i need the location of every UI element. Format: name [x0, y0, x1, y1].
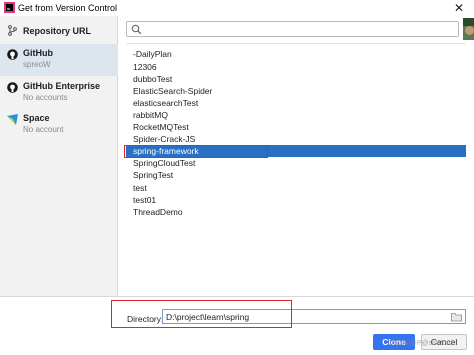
- repository-item[interactable]: dubboTest: [126, 73, 466, 85]
- sidebar-item-label: Repository URL: [23, 26, 92, 36]
- repository-item[interactable]: SpringCloudTest: [126, 157, 466, 169]
- search-input[interactable]: [145, 23, 445, 35]
- sidebar-item-account: spreoW: [23, 60, 51, 69]
- repository-item[interactable]: RocketMQTest: [126, 121, 466, 133]
- repository-search[interactable]: [126, 21, 459, 37]
- repository-item[interactable]: ThreadDemo: [126, 206, 466, 218]
- window-title: Get from Version Control: [18, 3, 118, 13]
- folder-icon[interactable]: [451, 312, 462, 322]
- sidebar-item-account: No accounts: [23, 93, 68, 102]
- repository-item[interactable]: rabbitMQ: [126, 109, 466, 121]
- space-icon: [7, 114, 18, 125]
- repository-item[interactable]: ElasticSearch-Spider: [126, 85, 466, 97]
- sidebar-item-label: Space: [23, 113, 50, 123]
- repository-list: -DailyPlan 12306 dubboTest ElasticSearch…: [126, 43, 466, 303]
- repository-item[interactable]: elasticsearchTest: [126, 97, 466, 109]
- sidebar-item-github[interactable]: GitHub spreoW: [0, 44, 118, 76]
- sidebar-item-repository-url[interactable]: Repository URL: [0, 20, 118, 44]
- sidebar-item-label: GitHub Enterprise: [23, 81, 101, 91]
- close-icon[interactable]: ✕: [446, 0, 472, 16]
- sidebar-item-github-enterprise[interactable]: GitHub Enterprise No accounts: [0, 78, 118, 106]
- search-icon: [131, 24, 142, 35]
- account-avatar[interactable]: [463, 18, 474, 40]
- vcs-branch-icon: [8, 25, 17, 36]
- selection-highlight-annotation: [124, 145, 268, 158]
- repository-item[interactable]: SpringTest: [126, 169, 466, 181]
- intellij-app-icon: [4, 2, 15, 13]
- watermark-text: CSDN @P@ssW0rd: [388, 340, 453, 347]
- repository-item[interactable]: -DailyPlan: [126, 48, 466, 60]
- github-icon: [7, 49, 18, 60]
- github-enterprise-icon: [7, 82, 18, 93]
- repository-item[interactable]: 12306: [126, 61, 466, 73]
- repository-item[interactable]: Spider-Crack-JS: [126, 133, 466, 145]
- title-bar: Get from Version Control ✕: [0, 0, 474, 16]
- repository-item[interactable]: test: [126, 182, 466, 194]
- repository-item[interactable]: test01: [126, 194, 466, 206]
- provider-sidebar: Repository URL GitHub spreoW GitHub Ente…: [0, 16, 118, 296]
- sidebar-item-account: No account: [23, 125, 64, 134]
- sidebar-item-space[interactable]: Space No account: [0, 110, 118, 138]
- directory-highlight-annotation: [111, 300, 292, 328]
- sidebar-item-label: GitHub: [23, 48, 53, 58]
